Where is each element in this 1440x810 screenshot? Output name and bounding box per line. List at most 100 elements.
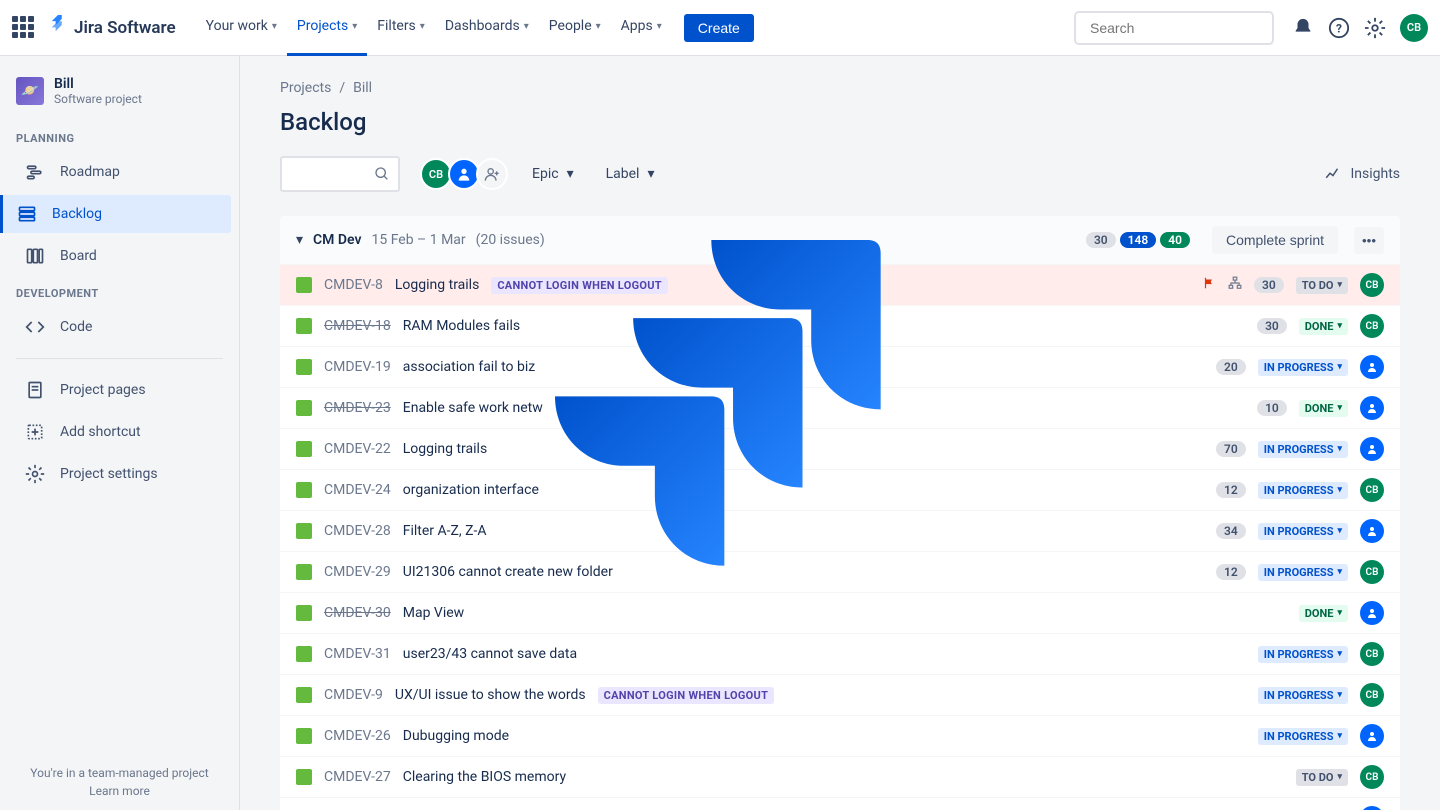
create-button[interactable]: Create: [684, 14, 754, 42]
epic-badge[interactable]: CANNOT LOGIN WHEN LOGOUT: [598, 687, 775, 704]
issue-row[interactable]: CMDEV-23Enable safe work netw10DONE▾: [280, 387, 1400, 428]
issue-key: CMDEV-30: [324, 605, 391, 621]
issue-row[interactable]: CMDEV-33SEO - 302 redirectTO DO▾: [280, 797, 1400, 810]
assignee-avatar[interactable]: CB: [1360, 560, 1384, 584]
issue-row[interactable]: CMDEV-29UI21306 cannot create new folder…: [280, 551, 1400, 592]
issue-row[interactable]: CMDEV-8Logging trailsCANNOT LOGIN WHEN L…: [280, 264, 1400, 305]
epic-dropdown[interactable]: Epic▾: [524, 160, 582, 188]
issue-key: CMDEV-8: [324, 277, 383, 293]
user-avatar[interactable]: CB: [1400, 14, 1428, 42]
status-dropdown[interactable]: IN PROGRESS▾: [1258, 728, 1348, 745]
issue-row[interactable]: CMDEV-18RAM Modules fails30DONE▾CB: [280, 305, 1400, 346]
nav-people[interactable]: People▾: [539, 0, 611, 56]
assignee-avatar[interactable]: CB: [1360, 683, 1384, 707]
story-icon: [296, 523, 312, 539]
breadcrumb: Projects / Bill: [280, 80, 1400, 96]
nav-projects[interactable]: Projects▾: [287, 0, 367, 56]
issue-title: Clearing the BIOS memory: [403, 769, 566, 785]
help-icon[interactable]: ?: [1328, 17, 1350, 39]
issue-row[interactable]: CMDEV-19association fail to biz20IN PROG…: [280, 346, 1400, 387]
issue-row[interactable]: CMDEV-24organization interface12IN PROGR…: [280, 469, 1400, 510]
search-input[interactable]: [1074, 11, 1274, 45]
project-header[interactable]: 🪐 Bill Software project: [0, 76, 239, 122]
assignee-avatar[interactable]: CB: [1360, 273, 1384, 297]
issue-row[interactable]: CMDEV-30 Map View DONE▾: [280, 592, 1400, 633]
sidebar-item-label: Backlog: [52, 206, 102, 222]
filter-search[interactable]: [280, 156, 400, 192]
nav-your-work[interactable]: Your work▾: [196, 0, 287, 56]
sprint-more-button[interactable]: •••: [1354, 227, 1384, 254]
status-dropdown[interactable]: TO DO▾: [1296, 277, 1348, 294]
sidebar-item-settings[interactable]: Project settings: [8, 455, 231, 493]
chevron-down-icon: ▾: [272, 21, 277, 32]
issue-key: CMDEV-28: [324, 523, 391, 539]
assignee-avatar[interactable]: CB: [1360, 478, 1384, 502]
issue-row[interactable]: CMDEV-27Clearing the BIOS memoryTO DO▾CB: [280, 756, 1400, 797]
issue-row[interactable]: CMDEV-22Logging trails70IN PROGRESS▾: [280, 428, 1400, 469]
status-dropdown[interactable]: DONE▾: [1299, 605, 1348, 622]
assignee-avatar[interactable]: [1360, 355, 1384, 379]
nav-dashboards[interactable]: Dashboards▾: [435, 0, 539, 56]
sidebar-item-board[interactable]: Board: [8, 237, 231, 275]
status-dropdown[interactable]: DONE▾: [1299, 318, 1348, 335]
story-icon: [296, 646, 312, 662]
status-dropdown[interactable]: DONE▾: [1299, 400, 1348, 417]
assignee-avatar[interactable]: [1360, 724, 1384, 748]
learn-more-link[interactable]: Learn more: [0, 784, 239, 798]
sprint-collapse-toggle[interactable]: ▾: [296, 232, 303, 248]
complete-sprint-button[interactable]: Complete sprint: [1212, 226, 1338, 254]
issue-row[interactable]: CMDEV-9UX/UI issue to show the wordsCANN…: [280, 674, 1400, 715]
divider: [16, 358, 223, 359]
pill-done: 40: [1160, 232, 1190, 248]
assignee-avatar[interactable]: [1360, 437, 1384, 461]
status-dropdown[interactable]: IN PROGRESS▾: [1258, 564, 1348, 581]
settings-icon[interactable]: [1364, 17, 1386, 39]
breadcrumb-projects[interactable]: Projects: [280, 80, 331, 96]
status-dropdown[interactable]: IN PROGRESS▾: [1258, 646, 1348, 663]
jira-logo[interactable]: Jira Software: [48, 15, 176, 40]
status-dropdown[interactable]: IN PROGRESS▾: [1258, 359, 1348, 376]
assignee-avatar[interactable]: CB: [1360, 314, 1384, 338]
sidebar-item-pages[interactable]: Project pages: [8, 371, 231, 409]
app-switcher-icon[interactable]: [12, 16, 36, 40]
toolbar: CB Epic▾ Label▾ Insights: [280, 156, 1400, 192]
issue-row[interactable]: CMDEV-31user23/43 cannot save dataIN PRO…: [280, 633, 1400, 674]
sidebar-item-label: Roadmap: [60, 164, 120, 180]
status-dropdown[interactable]: IN PROGRESS▾: [1258, 523, 1348, 540]
status-dropdown[interactable]: IN PROGRESS▾: [1258, 482, 1348, 499]
status-dropdown[interactable]: TO DO▾: [1296, 769, 1348, 786]
nav-filters[interactable]: Filters▾: [367, 0, 435, 56]
issue-title: Map View: [403, 605, 464, 621]
chevron-down-icon: ▾: [1337, 567, 1342, 577]
add-people[interactable]: [476, 158, 508, 190]
label-dropdown[interactable]: Label▾: [598, 160, 663, 188]
nav-items: Your work▾Projects▾Filters▾Dashboards▾Pe…: [196, 0, 672, 56]
issue-row[interactable]: CMDEV-26Dubugging modeIN PROGRESS▾: [280, 715, 1400, 756]
insights-button[interactable]: Insights: [1324, 165, 1400, 183]
sidebar-item-backlog[interactable]: Backlog: [0, 195, 231, 233]
issue-row[interactable]: CMDEV-28Filter A-Z, Z-A34IN PROGRESS▾: [280, 510, 1400, 551]
chevron-down-icon: ▾: [1337, 526, 1342, 536]
section-development: DEVELOPMENT: [0, 277, 239, 306]
sprint-dates: 15 Feb – 1 Mar: [372, 232, 466, 248]
status-dropdown[interactable]: IN PROGRESS▾: [1258, 687, 1348, 704]
sidebar-item-roadmap[interactable]: Roadmap: [8, 153, 231, 191]
sprint-header: ▾ CM Dev 15 Feb – 1 Mar (20 issues) 30 1…: [280, 216, 1400, 264]
epic-badge[interactable]: CANNOT LOGIN WHEN LOGOUT: [491, 277, 668, 294]
status-dropdown[interactable]: IN PROGRESS▾: [1258, 441, 1348, 458]
story-icon: [296, 359, 312, 375]
assignee-avatar[interactable]: [1360, 519, 1384, 543]
topbar: Jira Software Your work▾Projects▾Filters…: [0, 0, 1440, 56]
breadcrumb-project[interactable]: Bill: [353, 80, 372, 96]
notifications-icon[interactable]: [1292, 17, 1314, 39]
chevron-down-icon: ▾: [596, 21, 601, 32]
assignee-avatar[interactable]: [1360, 601, 1384, 625]
assignee-avatar[interactable]: [1360, 806, 1384, 810]
assignee-avatar[interactable]: [1360, 396, 1384, 420]
assignee-avatar[interactable]: CB: [1360, 642, 1384, 666]
search-field[interactable]: [1090, 20, 1271, 36]
sidebar-item-shortcut[interactable]: Add shortcut: [8, 413, 231, 451]
sidebar-item-code[interactable]: Code: [8, 308, 231, 346]
assignee-avatar[interactable]: CB: [1360, 765, 1384, 789]
nav-apps[interactable]: Apps▾: [611, 0, 672, 56]
